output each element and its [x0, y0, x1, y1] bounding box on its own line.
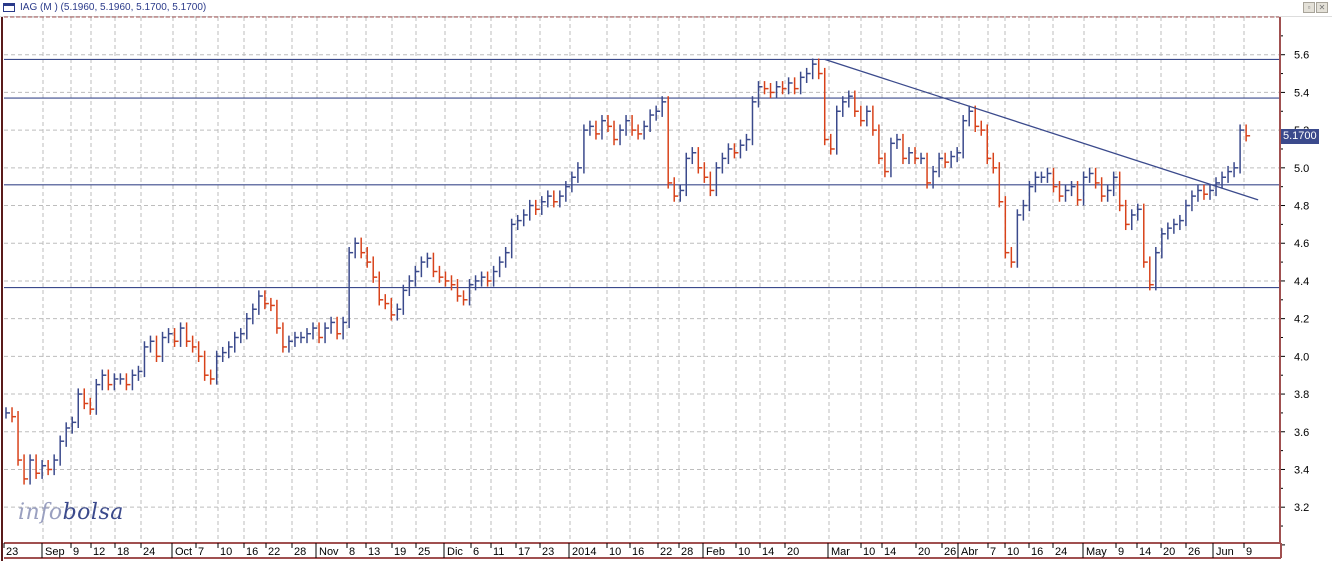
x-tick-label: 6	[473, 546, 479, 558]
y-tick-label: 3.8	[1294, 389, 1309, 401]
x-tick-label: 25	[418, 546, 430, 558]
last-price-label: 5.1700	[1281, 129, 1319, 144]
x-tick-label: 24	[1055, 546, 1067, 558]
x-tick-label: Nov	[319, 546, 339, 558]
x-tick-label: 10	[738, 546, 750, 558]
x-tick-label: 16	[246, 546, 258, 558]
x-tick-label: 13	[368, 546, 380, 558]
x-tick-label: 23	[6, 546, 18, 558]
infobolsa-logo: infobolsa	[18, 500, 124, 525]
y-tick-label: 4.0	[1294, 351, 1309, 363]
x-tick-label: 17	[518, 546, 530, 558]
x-tick-label: Mar	[831, 546, 850, 558]
x-tick-label: 26	[944, 546, 956, 558]
x-tick-label: 14	[1139, 546, 1151, 558]
x-tick-label: 10	[220, 546, 232, 558]
x-tick-label: 22	[660, 546, 672, 558]
x-tick-label: 10	[863, 546, 875, 558]
x-tick-label: 19	[394, 546, 406, 558]
y-tick-label: 4.4	[1294, 276, 1309, 288]
y-tick-label: 4.6	[1294, 238, 1309, 250]
x-tick-label: 18	[117, 546, 129, 558]
x-tick-label: 7	[990, 546, 996, 558]
x-tick-label: 11	[493, 546, 504, 558]
y-tick-label: 5.4	[1294, 87, 1309, 99]
y-tick-label: 4.8	[1294, 201, 1309, 213]
x-tick-label: 7	[198, 546, 204, 558]
x-tick-label: 2014	[572, 546, 596, 558]
x-tick-label: Jun	[1216, 546, 1234, 558]
x-tick-label: Feb	[706, 546, 725, 558]
y-tick-label: 5.0	[1294, 163, 1309, 175]
x-tick-label: 16	[632, 546, 644, 558]
x-tick-label: 26	[1188, 546, 1200, 558]
x-tick-label: Abr	[961, 546, 978, 558]
y-tick-label: 3.2	[1294, 502, 1309, 514]
x-tick-label: 12	[93, 546, 105, 558]
y-tick-label: 3.6	[1294, 427, 1309, 439]
x-tick-label: 23	[542, 546, 554, 558]
x-tick-label: Dic	[447, 546, 463, 558]
x-tick-label: 9	[73, 546, 79, 558]
x-tick-label: 14	[884, 546, 896, 558]
x-tick-label: Oct	[175, 546, 192, 558]
x-tick-label: 9	[1246, 546, 1252, 558]
x-tick-label: 28	[681, 546, 693, 558]
x-tick-label: 16	[1031, 546, 1043, 558]
x-tick-label: 20	[1163, 546, 1175, 558]
x-tick-label: 8	[349, 546, 355, 558]
x-tick-label: Sep	[45, 546, 65, 558]
x-tick-label: 24	[143, 546, 155, 558]
x-tick-label: 20	[787, 546, 799, 558]
x-tick-label: 20	[918, 546, 930, 558]
x-tick-label: 10	[609, 546, 621, 558]
x-tick-label: 9	[1118, 546, 1124, 558]
x-tick-label: 22	[268, 546, 280, 558]
price-chart: 3.23.43.63.84.04.24.44.64.85.05.25.45.62…	[1, 16, 1309, 561]
y-tick-label: 5.6	[1294, 50, 1309, 62]
x-tick-label: 10	[1007, 546, 1019, 558]
x-tick-label: 14	[762, 546, 774, 558]
x-tick-label: 28	[294, 546, 306, 558]
y-tick-label: 3.4	[1294, 464, 1309, 476]
plot-area	[4, 17, 1279, 543]
x-tick-label: May	[1086, 546, 1107, 558]
y-tick-label: 4.2	[1294, 314, 1309, 326]
